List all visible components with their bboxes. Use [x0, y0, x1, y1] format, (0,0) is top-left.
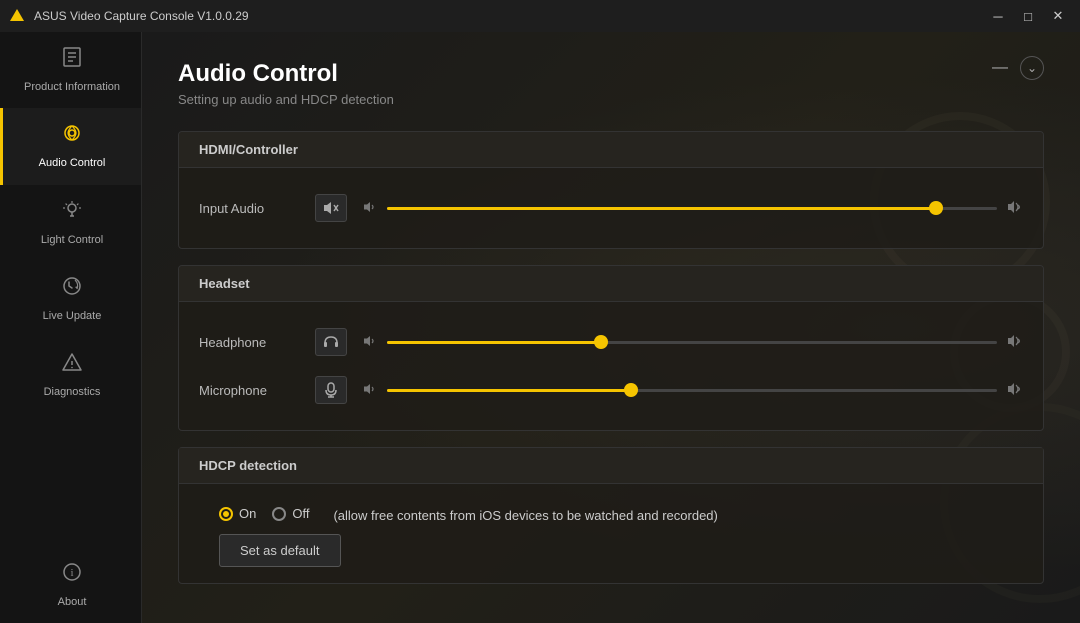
microphone-vol-max-icon	[1007, 382, 1023, 399]
minimize-window-button[interactable]: ─	[984, 6, 1012, 26]
sidebar-label-audio-control: Audio Control	[39, 156, 106, 170]
microphone-fill	[387, 389, 631, 392]
headset-header: Headset	[179, 266, 1043, 302]
microphone-thumb[interactable]	[624, 383, 638, 397]
sidebar: Product Information Audio Control	[0, 32, 142, 623]
sidebar-label-light-control: Light Control	[41, 233, 103, 247]
headphone-vol-min-icon	[363, 334, 377, 350]
diagnostics-icon	[61, 351, 83, 379]
hdcp-detection-section: HDCP detection On Off (all	[178, 447, 1044, 584]
audio-control-icon	[61, 122, 83, 150]
headphone-row: Headphone	[199, 318, 1023, 366]
microphone-track[interactable]	[387, 389, 997, 392]
hdcp-option-on[interactable]: On	[219, 506, 256, 521]
sidebar-label-product-information: Product Information	[24, 80, 120, 94]
headphone-track[interactable]	[387, 341, 997, 344]
hdcp-option-off[interactable]: Off	[272, 506, 309, 521]
input-audio-label: Input Audio	[199, 201, 299, 216]
title-bar-left: ASUS Video Capture Console V1.0.0.29	[8, 7, 249, 25]
headphone-fill	[387, 341, 601, 344]
hdcp-off-radio[interactable]	[272, 507, 286, 521]
hdcp-detection-body: On Off (allow free contents from iOS dev…	[179, 484, 1043, 583]
headphone-slider-wrap	[363, 334, 1023, 351]
input-audio-row: Input Audio	[199, 184, 1023, 232]
input-audio-track[interactable]	[387, 207, 997, 210]
product-information-icon	[61, 46, 83, 74]
window-controls: ─ □ ✕	[984, 6, 1072, 26]
headphone-thumb[interactable]	[594, 335, 608, 349]
headset-section: Headset Headphone	[178, 265, 1044, 431]
live-update-icon	[61, 275, 83, 303]
maximize-window-button[interactable]: □	[1014, 6, 1042, 26]
input-audio-vol-min-icon	[363, 200, 377, 216]
sidebar-item-diagnostics[interactable]: Diagnostics	[0, 337, 141, 413]
sidebar-label-diagnostics: Diagnostics	[44, 385, 101, 399]
about-icon: i	[61, 561, 83, 589]
title-bar: ASUS Video Capture Console V1.0.0.29 ─ □…	[0, 0, 1080, 32]
hdmi-controller-header: HDMI/Controller	[179, 132, 1043, 168]
sidebar-item-audio-control[interactable]: Audio Control	[0, 108, 141, 184]
app-title: ASUS Video Capture Console V1.0.0.29	[34, 9, 249, 23]
input-audio-mute-button[interactable]	[315, 194, 347, 222]
input-audio-thumb[interactable]	[929, 201, 943, 215]
headphone-label: Headphone	[199, 335, 299, 350]
app-body: Product Information Audio Control	[0, 32, 1080, 623]
hdcp-on-dot	[223, 511, 229, 517]
page-top-controls: — ⌄	[992, 56, 1044, 80]
microphone-row: Microphone	[199, 366, 1023, 414]
sidebar-label-about: About	[58, 595, 87, 609]
microphone-icon-button[interactable]	[315, 376, 347, 404]
sidebar-item-live-update[interactable]: Live Update	[0, 261, 141, 337]
sidebar-item-light-control[interactable]: Light Control	[0, 185, 141, 261]
hdcp-off-label: Off	[292, 506, 309, 521]
page-expand-button[interactable]: ⌄	[1020, 56, 1044, 80]
input-audio-vol-max-icon	[1007, 200, 1023, 217]
asus-logo-icon	[8, 7, 26, 25]
hdmi-controller-section: HDMI/Controller Input Audio	[178, 131, 1044, 249]
set-as-default-button[interactable]: Set as default	[219, 534, 341, 567]
page-title: Audio Control	[178, 60, 1044, 88]
input-audio-fill	[387, 207, 936, 210]
microphone-slider-wrap	[363, 382, 1023, 399]
sidebar-item-product-information[interactable]: Product Information	[0, 32, 141, 108]
hdcp-options-row: On Off (allow free contents from iOS dev…	[199, 500, 1023, 526]
input-audio-slider-wrap	[363, 200, 1023, 217]
microphone-vol-min-icon	[363, 382, 377, 398]
main-content: — ⌄ Audio Control Setting up audio and H…	[142, 32, 1080, 623]
microphone-label: Microphone	[199, 383, 299, 398]
content-area: Audio Control Setting up audio and HDCP …	[142, 32, 1080, 623]
sidebar-label-live-update: Live Update	[43, 309, 102, 323]
close-window-button[interactable]: ✕	[1044, 6, 1072, 26]
hdcp-detection-header: HDCP detection	[179, 448, 1043, 484]
svg-text:i: i	[70, 567, 73, 579]
light-control-icon	[61, 199, 83, 227]
hdcp-on-label: On	[239, 506, 256, 521]
hdmi-controller-body: Input Audio	[179, 168, 1043, 248]
headset-body: Headphone	[179, 302, 1043, 430]
headphone-icon-button[interactable]	[315, 328, 347, 356]
headphone-vol-max-icon	[1007, 334, 1023, 351]
page-subtitle: Setting up audio and HDCP detection	[178, 92, 1044, 107]
sidebar-item-about[interactable]: i About	[0, 547, 141, 623]
hdcp-on-radio[interactable]	[219, 507, 233, 521]
hdcp-off-note: (allow free contents from iOS devices to…	[333, 506, 717, 526]
page-minimize-button[interactable]: —	[992, 59, 1008, 77]
